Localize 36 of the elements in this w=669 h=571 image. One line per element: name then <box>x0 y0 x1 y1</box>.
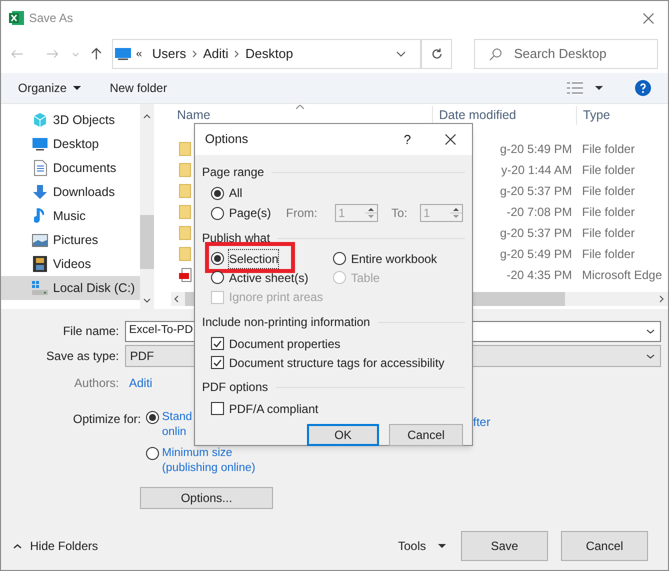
field-label: Optimize for: <box>72 411 141 428</box>
date-cell-text: -20 4:35 PM <box>506 266 572 284</box>
date-cell-text: g-20 5:49 PM <box>500 246 572 262</box>
field-label: Save as type: <box>45 348 119 365</box>
date-cell-text: -20 7:08 PM <box>506 204 572 220</box>
type-cell-text: Microsoft Edge <box>581 266 662 284</box>
option-label: Active sheet(s) <box>229 270 308 286</box>
from-label: From: <box>286 205 318 222</box>
section-heading: Include non-printing information <box>202 314 370 331</box>
window-title: Save As <box>29 10 74 27</box>
option-label: Selection <box>229 250 278 268</box>
field-label: File name: <box>62 323 119 340</box>
dialog-title: Options <box>205 131 248 148</box>
date-cell-text: g-20 5:37 PM <box>500 224 572 242</box>
section-heading: Page range <box>202 164 264 181</box>
option-label: Entire workbook <box>351 250 438 268</box>
type-cell-text: File folder <box>581 162 635 178</box>
section-heading: PDF options <box>202 379 268 396</box>
option-label: Document properties <box>229 336 340 352</box>
type-cell-text: File folder <box>581 204 635 220</box>
type-cell-text: File folder <box>581 246 635 262</box>
type-cell-text: File folder <box>581 224 635 242</box>
date-cell-text: y-20 1:44 AM <box>501 162 572 178</box>
option-label: Document structure tags for accessibility <box>229 354 444 372</box>
date-cell-text: g-20 5:49 PM <box>500 140 572 158</box>
to-label: To: <box>391 205 408 222</box>
option-label: Ignore print areas <box>229 289 324 306</box>
field-label: Authors: <box>73 375 119 392</box>
option-label: Page(s) <box>229 205 272 222</box>
type-cell-text: File folder <box>581 182 635 200</box>
option-label: Table <box>351 270 380 286</box>
type-cell-text: File folder <box>581 140 635 158</box>
date-cell-text: g-20 5:37 PM <box>500 182 572 200</box>
option-label: PDF/A compliant <box>229 400 318 418</box>
section-heading: Publish what <box>202 230 270 247</box>
option-label: All <box>229 185 242 202</box>
